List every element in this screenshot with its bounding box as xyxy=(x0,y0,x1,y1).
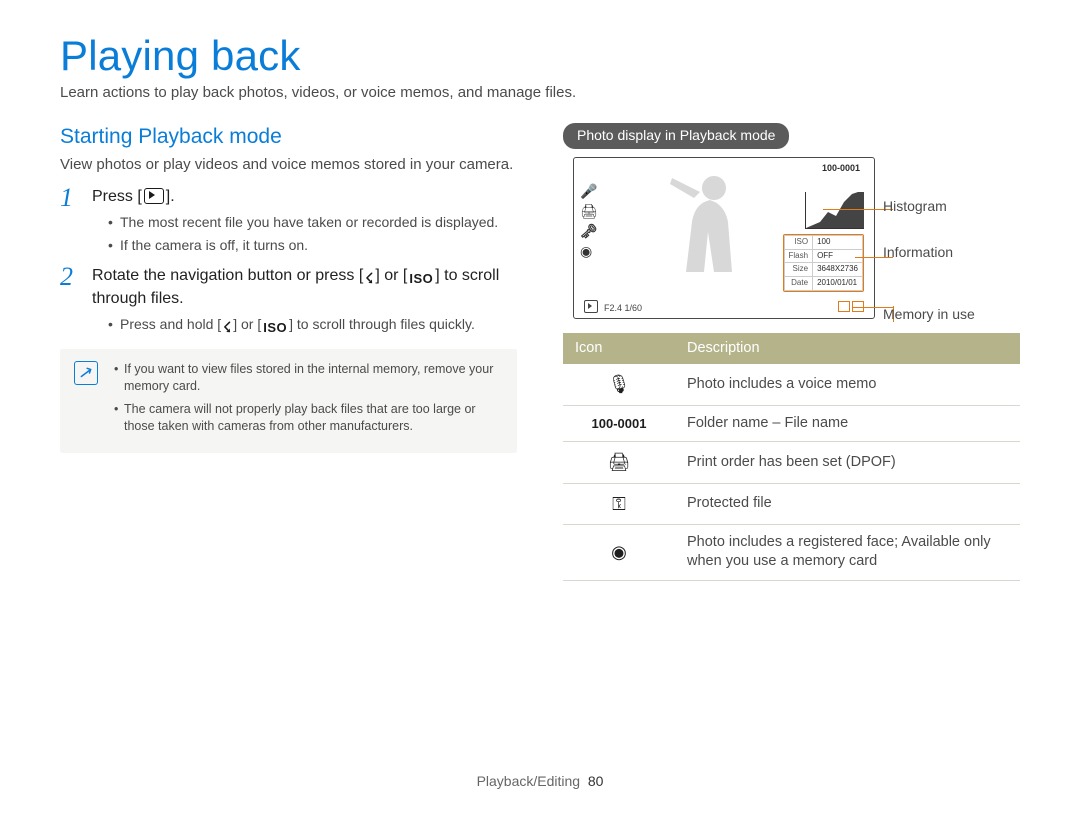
step2-text-b: ] or [ xyxy=(375,267,407,284)
exposure-text: F2.4 1/60 xyxy=(604,303,642,313)
photo-person-silhouette xyxy=(654,164,774,304)
flash-icon: ☇ xyxy=(365,269,373,288)
step2-bullet-a: Press and hold [ xyxy=(120,316,221,332)
callout-histogram: Histogram xyxy=(883,197,947,216)
section-para: View photos or play videos and voice mem… xyxy=(60,155,517,175)
step1-text-a: Press [ xyxy=(92,188,142,205)
step2-bullet-b: ] or [ xyxy=(233,316,261,332)
flash-icon: ☇ xyxy=(223,318,231,337)
row-desc-protected: Protected file xyxy=(675,483,1020,524)
step-number-2: 2 xyxy=(60,259,73,294)
key-icon: 🗝 xyxy=(580,224,598,238)
row-desc-face: Photo includes a registered face; Availa… xyxy=(675,524,1020,580)
footer-page: 80 xyxy=(588,773,604,789)
lcd-bottom-bar: F2.4 1/60 xyxy=(584,300,864,314)
section-pill: Photo display in Playback mode xyxy=(563,123,789,149)
row-desc-voice: Photo includes a voice memo xyxy=(675,364,1020,405)
info-iso-val: 100 xyxy=(813,235,863,249)
table-row: 🖨Print order has been set (DPOF) xyxy=(563,442,1020,483)
row-icon-file: 100-0001 xyxy=(563,405,675,442)
section-heading: Starting Playback mode xyxy=(60,123,517,151)
info-size-val: 3648X2736 xyxy=(813,263,863,277)
lcd-preview: 100-0001 🎤 🖨 🗝 ◉ xyxy=(573,157,875,319)
callout-memory: Memory in use xyxy=(883,305,975,324)
file-label: 100-0001 xyxy=(822,162,860,174)
playback-icon xyxy=(144,188,164,204)
step2-bullet: Press and hold [☇] or [ISO] to scroll th… xyxy=(108,315,517,337)
callout-information: Information xyxy=(883,243,953,262)
left-column: Starting Playback mode View photos or pl… xyxy=(60,123,517,581)
step2-bullet-c: ] to scroll through files quickly. xyxy=(289,316,475,332)
playback-mode-icon xyxy=(584,300,598,313)
row-icon-protected: ⚿ xyxy=(563,483,675,524)
step2-text-a: Rotate the navigation button or press [ xyxy=(92,267,363,284)
lcd-side-icons: 🎤 🖨 🗝 ◉ xyxy=(580,184,598,258)
icon-description-table: Icon Description 🎙Photo includes a voice… xyxy=(563,333,1020,581)
th-description: Description xyxy=(675,333,1020,365)
info-date-val: 2010/01/01 xyxy=(813,277,863,291)
table-row: 🎙Photo includes a voice memo xyxy=(563,364,1020,405)
iso-icon: ISO xyxy=(409,270,433,288)
step1-bullet-2: If the camera is off, it turns on. xyxy=(108,236,517,255)
step1-bullet-1: The most recent file you have taken or r… xyxy=(108,213,517,232)
intro-text: Learn actions to play back photos, video… xyxy=(60,83,1020,103)
step-1: 1 Press []. The most recent file you hav… xyxy=(60,186,517,255)
page-title: Playing back xyxy=(60,28,1020,85)
iso-icon: ISO xyxy=(263,319,287,337)
row-icon-face: ◉ xyxy=(563,524,675,580)
info-size-key: Size xyxy=(784,263,813,277)
note-item-1: If you want to view files stored in the … xyxy=(114,361,501,395)
table-row: 100-0001Folder name – File name xyxy=(563,405,1020,442)
table-row: ⚿Protected file xyxy=(563,483,1020,524)
printer-icon: 🖨 xyxy=(580,204,598,218)
histogram-graphic xyxy=(805,192,864,229)
table-row: ◉Photo includes a registered face; Avail… xyxy=(563,524,1020,580)
voice-memo-icon: 🎤 xyxy=(580,184,598,198)
row-desc-file: Folder name – File name xyxy=(675,405,1020,442)
note-icon xyxy=(74,361,98,385)
row-icon-voice: 🎙 xyxy=(563,364,675,405)
info-iso-key: ISO xyxy=(784,235,813,249)
info-date-key: Date xyxy=(784,277,813,291)
th-icon: Icon xyxy=(563,333,675,365)
info-box: ISO100 FlashOFF Size3648X2736 Date2010/0… xyxy=(783,234,865,292)
footer: Playback/Editing 80 xyxy=(0,772,1080,791)
step-number-1: 1 xyxy=(60,180,73,215)
footer-section: Playback/Editing xyxy=(477,773,581,789)
step1-text-b: ]. xyxy=(166,188,175,205)
right-column: Photo display in Playback mode 100-0001 … xyxy=(563,123,1020,581)
row-icon-print: 🖨 xyxy=(563,442,675,483)
note-item-2: The camera will not properly play back f… xyxy=(114,401,501,435)
note-box: If you want to view files stored in the … xyxy=(60,349,517,453)
step-2: 2 Rotate the navigation button or press … xyxy=(60,265,517,337)
row-desc-print: Print order has been set (DPOF) xyxy=(675,442,1020,483)
info-flash-key: Flash xyxy=(784,249,813,263)
face-icon: ◉ xyxy=(580,244,598,258)
